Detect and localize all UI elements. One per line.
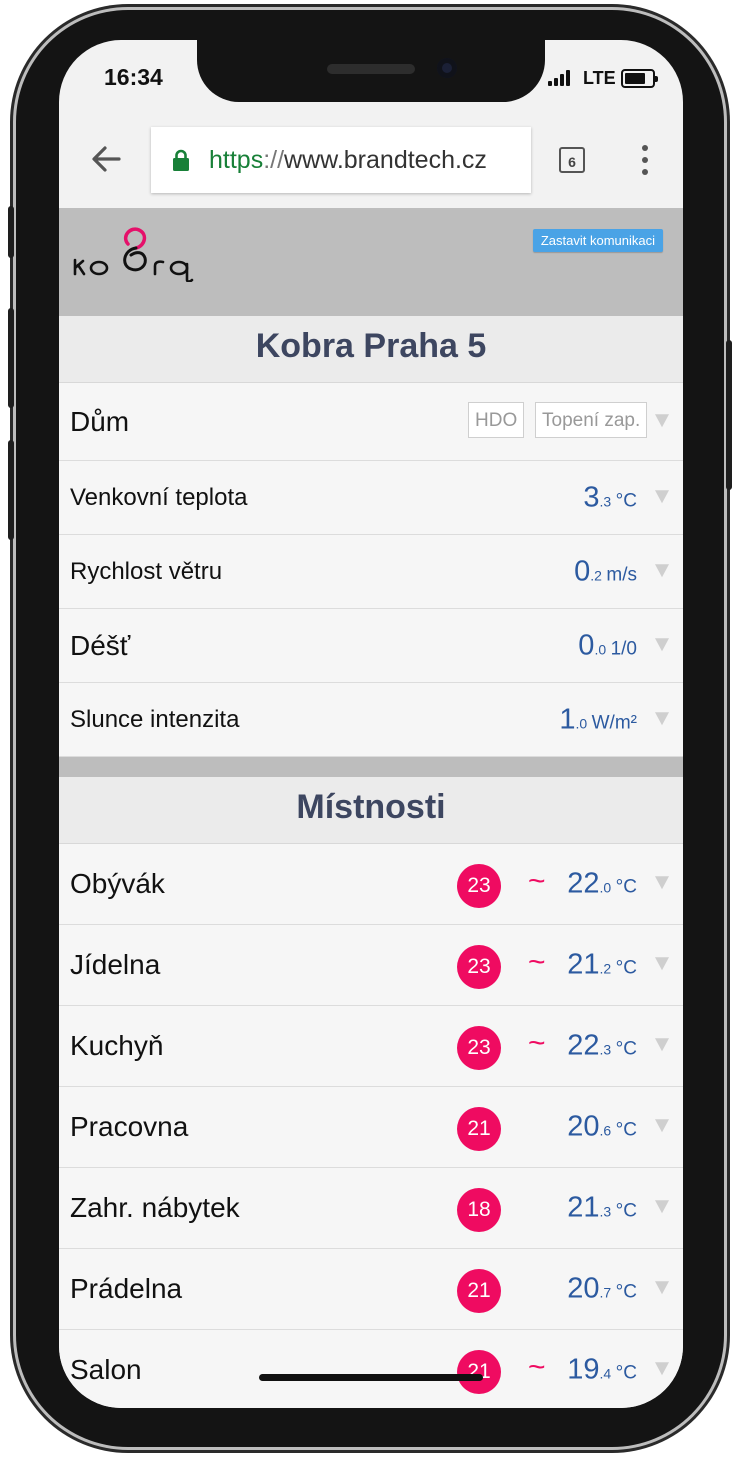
url-text: https://www.brandtech.cz xyxy=(209,146,487,174)
sensor-row[interactable]: Slunce intenzita 1.0 W/m² xyxy=(59,683,683,757)
heating-tag: Topení zap. xyxy=(535,402,648,438)
mute-switch xyxy=(8,206,14,258)
room-temperature: 22.3 °C xyxy=(567,1029,637,1062)
room-label: Jídelna xyxy=(70,949,161,980)
room-row[interactable]: Obývák 23 ~ 22.0 °C xyxy=(59,844,683,925)
screen: 16:34 LTE https://www.brandtech.cz 6 Zas… xyxy=(59,40,683,1408)
room-row[interactable]: Pracovna 21 20.6 °C xyxy=(59,1087,683,1168)
trend-indicator: ~ xyxy=(528,1350,546,1384)
expand-arrow-icon xyxy=(655,563,669,577)
volume-up-button xyxy=(8,308,14,408)
volume-down-button xyxy=(8,440,14,540)
expand-arrow-icon xyxy=(655,1281,669,1295)
room-temperature: 22.0 °C xyxy=(567,867,637,900)
expand-arrow-icon xyxy=(655,1119,669,1133)
room-row[interactable]: Zahr. nábytek 18 21.3 °C xyxy=(59,1168,683,1249)
status-time: 16:34 xyxy=(104,64,163,90)
expand-arrow-icon xyxy=(655,957,669,971)
room-temperature: 20.7 °C xyxy=(567,1272,637,1305)
house-row[interactable]: Dům HDO Topení zap. xyxy=(59,383,683,461)
house-section-title: Kobra Praha 5 xyxy=(59,316,683,383)
trend-indicator: ~ xyxy=(528,864,546,898)
home-indicator[interactable] xyxy=(259,1374,483,1381)
signal-icon xyxy=(548,70,574,86)
address-bar[interactable]: https://www.brandtech.cz xyxy=(151,127,531,193)
room-temperature: 19.4 °C xyxy=(567,1353,637,1386)
expand-arrow-icon xyxy=(655,1362,669,1376)
expand-arrow-icon xyxy=(655,489,669,503)
kebab-menu-icon[interactable] xyxy=(641,145,649,175)
house-label: Dům xyxy=(70,405,130,437)
front-camera xyxy=(437,58,457,78)
expand-arrow-icon xyxy=(655,637,669,651)
setpoint-badge: 21 xyxy=(457,1269,501,1313)
sensor-row[interactable]: Rychlost větru 0.2 m/s xyxy=(59,535,683,609)
network-type: LTE xyxy=(583,68,616,88)
notch xyxy=(197,40,545,102)
expand-arrow-icon xyxy=(655,1200,669,1214)
earpiece-speaker xyxy=(327,64,415,74)
stop-communication-button[interactable]: Zastavit komunikaci xyxy=(532,229,663,252)
expand-arrow-icon xyxy=(655,1038,669,1052)
setpoint-badge: 23 xyxy=(457,864,501,908)
sensor-row[interactable]: Déšť 0.0 1/0 xyxy=(59,609,683,683)
power-button xyxy=(726,340,732,490)
setpoint-badge: 23 xyxy=(457,1026,501,1070)
sensor-label: Slunce intenzita xyxy=(70,705,240,733)
sensor-label: Déšť xyxy=(70,629,131,661)
room-row[interactable]: Prádelna 21 20.7 °C xyxy=(59,1249,683,1330)
kobra-logo xyxy=(73,222,197,283)
room-label: Salon xyxy=(70,1354,142,1385)
room-temperature: 21.2 °C xyxy=(567,948,637,981)
sensor-value: 0.2 m/s xyxy=(574,555,637,587)
room-label: Zahr. nábytek xyxy=(70,1192,240,1223)
trend-indicator: ~ xyxy=(528,945,546,979)
room-label: Prádelna xyxy=(70,1273,183,1304)
room-label: Kuchyň xyxy=(70,1030,164,1061)
sensor-value: 0.0 1/0 xyxy=(578,629,637,661)
room-temperature: 20.6 °C xyxy=(567,1110,637,1143)
tab-switcher-button[interactable]: 6 xyxy=(559,147,585,173)
room-temperature: 21.3 °C xyxy=(567,1191,637,1224)
lock-icon xyxy=(173,149,189,171)
room-label: Pracovna xyxy=(70,1111,189,1142)
expand-arrow-icon xyxy=(655,876,669,890)
sensor-value: 3.3 °C xyxy=(583,481,637,513)
battery-icon xyxy=(621,69,658,88)
room-row[interactable]: Salon 21 ~ 19.4 °C xyxy=(59,1330,683,1408)
sensor-row[interactable]: Venkovní teplota 3.3 °C xyxy=(59,461,683,535)
sensor-label: Rychlost větru xyxy=(70,557,223,585)
setpoint-badge: 23 xyxy=(457,945,501,989)
back-arrow-icon[interactable] xyxy=(89,142,123,176)
sensor-value: 1.0 W/m² xyxy=(559,703,637,735)
room-label: Obývák xyxy=(70,868,165,899)
app-header: Zastavit komunikaci xyxy=(59,208,683,316)
trend-indicator: ~ xyxy=(528,1026,546,1060)
setpoint-badge: 21 xyxy=(457,1350,501,1394)
hdo-tag: HDO xyxy=(468,402,525,438)
rooms-section-title: Místnosti xyxy=(59,777,683,844)
main-content: Kobra Praha 5 Dům HDO Topení zap. Venkov… xyxy=(59,316,683,1408)
expand-arrow-icon xyxy=(655,711,669,725)
setpoint-badge: 18 xyxy=(457,1188,501,1232)
sensor-label: Venkovní teplota xyxy=(70,483,248,511)
room-row[interactable]: Kuchyň 23 ~ 22.3 °C xyxy=(59,1006,683,1087)
section-divider xyxy=(59,757,683,777)
browser-toolbar: https://www.brandtech.cz 6 xyxy=(59,114,683,208)
setpoint-badge: 21 xyxy=(457,1107,501,1151)
expand-arrow-icon xyxy=(655,413,669,427)
room-row[interactable]: Jídelna 23 ~ 21.2 °C xyxy=(59,925,683,1006)
